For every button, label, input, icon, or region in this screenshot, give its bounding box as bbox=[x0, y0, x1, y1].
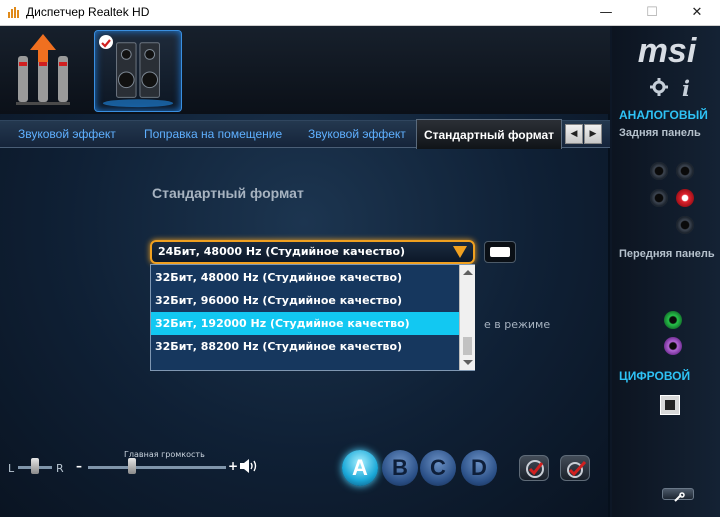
digital-header: ЦИФРОВОЙ bbox=[619, 369, 691, 383]
format-select[interactable]: 24Бит, 48000 Hz (Студийное качество) bbox=[150, 240, 475, 264]
wrench-icon bbox=[674, 492, 685, 502]
dropdown-option[interactable]: 32Бит, 48000 Hz (Студийное качество) bbox=[151, 266, 459, 289]
front-headphone-jack[interactable] bbox=[664, 311, 682, 329]
speakers-device-tab[interactable] bbox=[94, 30, 182, 112]
rear-jack[interactable] bbox=[650, 189, 668, 207]
minimize-button[interactable]: — bbox=[583, 0, 629, 26]
analog-header: АНАЛОГОВЫЙ bbox=[619, 108, 708, 122]
brand-text: msi bbox=[638, 32, 698, 70]
side-panel: msi i АНАЛОГОВЫЙ Задняя панель Передняя … bbox=[612, 26, 720, 517]
front-panel-label: Передняя панель bbox=[619, 248, 715, 260]
window-title: Диспетчер Realtek HD bbox=[26, 5, 150, 19]
apply-button[interactable] bbox=[560, 455, 590, 481]
realtek-speaker-icon bbox=[8, 7, 19, 18]
tab-default-format[interactable]: Стандартный формат bbox=[416, 119, 562, 149]
profile-d-button[interactable]: D bbox=[461, 450, 497, 486]
scroll-down-arrow-icon[interactable] bbox=[463, 360, 473, 365]
device-strip bbox=[0, 26, 610, 114]
tab-scroll-left-button[interactable]: ◀ bbox=[565, 124, 583, 144]
restore-defaults-button[interactable] bbox=[484, 241, 516, 263]
check-double-icon bbox=[567, 460, 587, 478]
balance-left-label: L bbox=[8, 462, 15, 475]
speakers-icon bbox=[102, 42, 174, 108]
rear-jack-active[interactable] bbox=[676, 189, 694, 207]
rear-jack[interactable] bbox=[650, 162, 668, 180]
dropdown-option[interactable]: 32Бит, 96000 Hz (Студийное качество) bbox=[151, 289, 459, 312]
exclusive-mode-label: е в режиме bbox=[484, 318, 551, 331]
spdif-port-icon[interactable] bbox=[660, 395, 680, 415]
close-button[interactable]: ✕ bbox=[674, 0, 720, 26]
gear-icon[interactable] bbox=[650, 78, 668, 96]
check-icon bbox=[526, 460, 544, 478]
toggle-knob bbox=[490, 247, 510, 257]
balance-right-label: R bbox=[56, 462, 64, 475]
dropdown-arrow-icon bbox=[453, 246, 467, 258]
dropdown-option[interactable]: 32Бит, 88200 Hz (Студийное качество) bbox=[151, 335, 459, 358]
dropdown-option-highlighted[interactable]: 32Бит, 192000 Hz (Студийное качество) bbox=[151, 312, 459, 335]
tab-sound-effect[interactable]: Звуковой эффект bbox=[18, 121, 116, 149]
profile-b-button[interactable]: B bbox=[382, 450, 418, 486]
tab-scroll-right-button[interactable]: ▶ bbox=[584, 124, 602, 144]
tab-room-correction[interactable]: Поправка на помещение bbox=[144, 121, 282, 149]
balance-slider-thumb[interactable] bbox=[31, 458, 39, 474]
mute-speaker-icon[interactable] bbox=[239, 458, 259, 474]
tab-bar: Звуковой эффект Поправка на помещение Зв… bbox=[0, 119, 610, 149]
format-dropdown-list: 32Бит, 48000 Hz (Студийное качество) 32Б… bbox=[150, 264, 475, 371]
rear-jack[interactable] bbox=[676, 216, 694, 234]
scroll-thumb[interactable] bbox=[463, 337, 472, 355]
volume-minus-icon: – bbox=[76, 459, 82, 473]
ok-button[interactable] bbox=[519, 455, 549, 481]
msi-logo: msi bbox=[638, 32, 698, 70]
maximize-button[interactable]: ☐ bbox=[629, 0, 675, 26]
rear-panel-label: Задняя панель bbox=[619, 127, 701, 139]
front-mic-jack[interactable] bbox=[664, 337, 682, 355]
format-select-value: 24Бит, 48000 Hz (Студийное качество) bbox=[158, 245, 406, 258]
connector-settings-button[interactable] bbox=[662, 488, 694, 502]
info-icon[interactable]: i bbox=[682, 76, 690, 101]
rear-jack[interactable] bbox=[676, 162, 694, 180]
analog-connectors-icon[interactable] bbox=[12, 32, 74, 110]
scroll-up-arrow-icon[interactable] bbox=[463, 270, 473, 275]
tab-sound-effect-2[interactable]: Звуковой эффект bbox=[308, 121, 406, 149]
master-volume-label: Главная громкость bbox=[124, 450, 205, 459]
profile-a-button[interactable]: A bbox=[342, 450, 378, 486]
volume-slider-track[interactable] bbox=[88, 466, 226, 469]
dropdown-scrollbar[interactable] bbox=[459, 265, 475, 370]
volume-slider-thumb[interactable] bbox=[128, 458, 137, 474]
title-bar: Диспетчер Realtek HD — ☐ ✕ bbox=[0, 0, 720, 26]
profile-c-button[interactable]: C bbox=[420, 450, 456, 486]
section-title: Стандартный формат bbox=[152, 185, 304, 201]
volume-plus-icon: + bbox=[228, 459, 239, 473]
